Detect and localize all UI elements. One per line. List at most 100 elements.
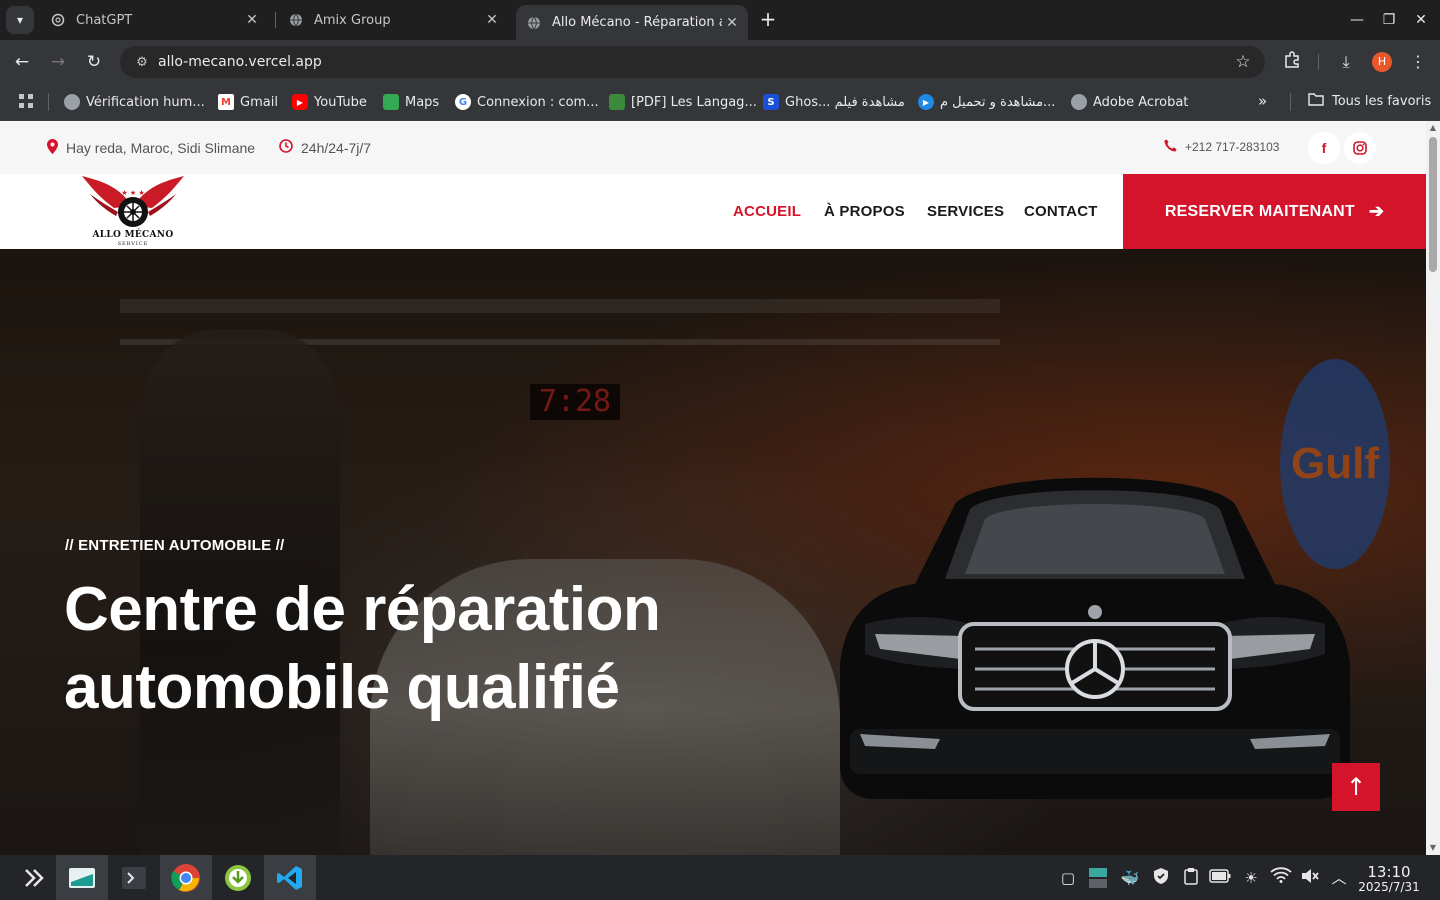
nav-item-a-propos[interactable]: À PROPOS	[824, 203, 905, 220]
pdf-icon	[609, 94, 625, 110]
nav-item-contact[interactable]: CONTACT	[1024, 203, 1098, 220]
window-close-icon[interactable]: ✕	[1409, 8, 1433, 32]
arrow-right-icon: ➔	[1368, 201, 1385, 221]
clock-icon	[279, 139, 293, 156]
globe-icon	[288, 12, 304, 28]
clipboard-icon[interactable]	[1180, 867, 1202, 889]
clock-date[interactable]: 2025/7/31	[1356, 880, 1422, 894]
vscode-icon[interactable]	[264, 855, 316, 900]
bookmark-label: Gmail	[240, 94, 278, 110]
show-desktop-icon[interactable]: ▢	[1057, 867, 1079, 889]
scroll-up-icon[interactable]: ▲	[1426, 121, 1440, 135]
battery-icon[interactable]	[1209, 867, 1231, 889]
main-navbar: ★ ★ ★ ALLO MÉCANO SERVICE ACCUEIL À PROP…	[0, 174, 1426, 249]
menu-kebab-icon[interactable]: ⋮	[1406, 50, 1430, 74]
tab-amix-group[interactable]: Amix Group ✕	[278, 5, 508, 35]
close-icon[interactable]: ✕	[722, 15, 742, 31]
bookmark-download[interactable]: ▶ مشاهدة و تحميل م...	[918, 92, 1055, 112]
tab-allo-mecano[interactable]: Allo Mécano - Réparation a ✕	[516, 5, 748, 40]
tab-search-button[interactable]: ▾	[6, 6, 34, 34]
globe-icon	[526, 15, 542, 31]
toolbar-divider	[1318, 54, 1319, 70]
bookmark-label: مشاهدة و تحميل م...	[940, 94, 1056, 110]
tab-title: ChatGPT	[76, 12, 133, 28]
address-text: Hay reda, Maroc, Sidi Slimane	[66, 140, 256, 156]
arrow-up-icon: ↑	[1345, 773, 1367, 801]
site-info-icon[interactable]: ⚙	[128, 55, 156, 70]
globe-icon	[1071, 94, 1087, 110]
book-now-button[interactable]: RESERVER MAITENANT ➔	[1123, 174, 1426, 249]
new-tab-button[interactable]: +	[757, 8, 779, 30]
terminal-icon[interactable]	[108, 855, 160, 900]
phone-text[interactable]: +212 717-283103	[1185, 140, 1279, 154]
bookmark-film[interactable]: S Ghos... مشاهدة فيلم	[763, 92, 905, 112]
address-bar[interactable]: ⚙ allo-mecano.vercel.app ☆	[120, 46, 1265, 78]
youtube-icon: ▶	[292, 94, 308, 110]
scroll-down-icon[interactable]: ▼	[1426, 841, 1440, 855]
url-text[interactable]: allo-mecano.vercel.app	[158, 54, 1231, 70]
bookmark-label: Connexion : com...	[477, 94, 599, 110]
logo-name: ALLO MÉCANO	[92, 230, 174, 240]
profile-avatar[interactable]: H	[1372, 52, 1392, 72]
page-viewport: Hay reda, Maroc, Sidi Slimane 24h/24-7j/…	[0, 121, 1440, 855]
bookmark-connexion[interactable]: G Connexion : com...	[455, 92, 599, 112]
phone-info[interactable]: +212 717-283103	[1164, 139, 1279, 155]
chevron-up-icon[interactable]: ︿	[1328, 867, 1350, 889]
back-icon[interactable]: ←	[10, 50, 34, 74]
site-topbar: Hay reda, Maroc, Sidi Slimane 24h/24-7j/…	[0, 121, 1426, 174]
bookmark-gmail[interactable]: M Gmail	[218, 92, 278, 112]
page-scrollbar[interactable]: ▲ ▼	[1426, 121, 1440, 855]
tab-separator	[275, 12, 276, 28]
scrollbar-thumb[interactable]	[1429, 137, 1437, 272]
wifi-icon[interactable]	[1270, 867, 1292, 889]
globe-icon	[64, 94, 80, 110]
maximize-icon[interactable]: ❐	[1377, 8, 1401, 32]
hero-title-line: Centre de réparation	[64, 575, 661, 644]
bookmarks-separator	[48, 93, 49, 111]
close-icon[interactable]: ✕	[482, 12, 502, 28]
nav-item-accueil[interactable]: ACCUEIL	[733, 203, 801, 220]
extensions-icon[interactable]	[1280, 50, 1304, 74]
bookmark-verification[interactable]: Vérification hum...	[64, 92, 205, 112]
clock-time[interactable]: 13:10	[1360, 863, 1418, 881]
os-taskbar: ▢ 🐳 ☀ ︿ 13:10 2025/7/31	[0, 855, 1440, 900]
site-logo[interactable]: ★ ★ ★ ALLO MÉCANO SERVICE	[78, 174, 188, 249]
close-icon[interactable]: ✕	[242, 12, 262, 28]
nav-item-services[interactable]: SERVICES	[927, 203, 1004, 220]
forward-icon[interactable]: →	[46, 50, 70, 74]
winged-wheel-logo-icon: ★ ★ ★	[82, 176, 184, 227]
book-now-label: RESERVER MAITENANT	[1164, 202, 1355, 220]
reload-icon[interactable]: ↻	[82, 50, 106, 74]
all-bookmarks-folder[interactable]: Tous les favoris	[1308, 92, 1431, 110]
bookmark-label: [PDF] Les Langag...	[631, 94, 757, 110]
play-icon: ▶	[918, 94, 934, 110]
chrome-icon[interactable]	[160, 855, 212, 900]
bookmark-adobe[interactable]: Adobe Acrobat	[1071, 92, 1188, 112]
svg-text:★ ★ ★: ★ ★ ★	[121, 189, 144, 197]
tab-chatgpt[interactable]: ChatGPT ✕	[40, 5, 268, 35]
instagram-icon[interactable]	[1344, 132, 1376, 164]
workspace-icon[interactable]	[1087, 867, 1109, 889]
file-manager-icon[interactable]	[56, 855, 108, 900]
folder-icon	[1308, 92, 1324, 110]
volume-muted-icon[interactable]	[1299, 867, 1321, 889]
app-launcher-icon[interactable]	[8, 855, 60, 900]
download-manager-icon[interactable]	[212, 855, 264, 900]
docker-icon[interactable]: 🐳	[1119, 867, 1141, 889]
bookmark-pdf[interactable]: [PDF] Les Langag...	[609, 92, 757, 112]
location-pin-icon	[47, 139, 58, 157]
bookmarks-separator	[1290, 93, 1291, 111]
bookmark-youtube[interactable]: ▶ YouTube	[292, 92, 367, 112]
logo-tagline: SERVICE	[117, 241, 149, 247]
shield-icon[interactable]	[1150, 867, 1172, 889]
facebook-icon[interactable]: f	[1308, 132, 1340, 164]
tab-title: Amix Group	[314, 12, 391, 28]
back-to-top-button[interactable]: ↑	[1332, 763, 1380, 811]
bookmark-maps[interactable]: Maps	[383, 92, 439, 112]
bookmark-star-icon[interactable]: ☆	[1231, 52, 1255, 72]
download-icon[interactable]: ⤓	[1334, 50, 1358, 74]
more-bookmarks-icon[interactable]: »	[1258, 92, 1267, 110]
minimize-icon[interactable]: —	[1345, 8, 1369, 32]
apps-grid-icon[interactable]	[18, 93, 36, 111]
brightness-icon[interactable]: ☀	[1240, 867, 1262, 889]
